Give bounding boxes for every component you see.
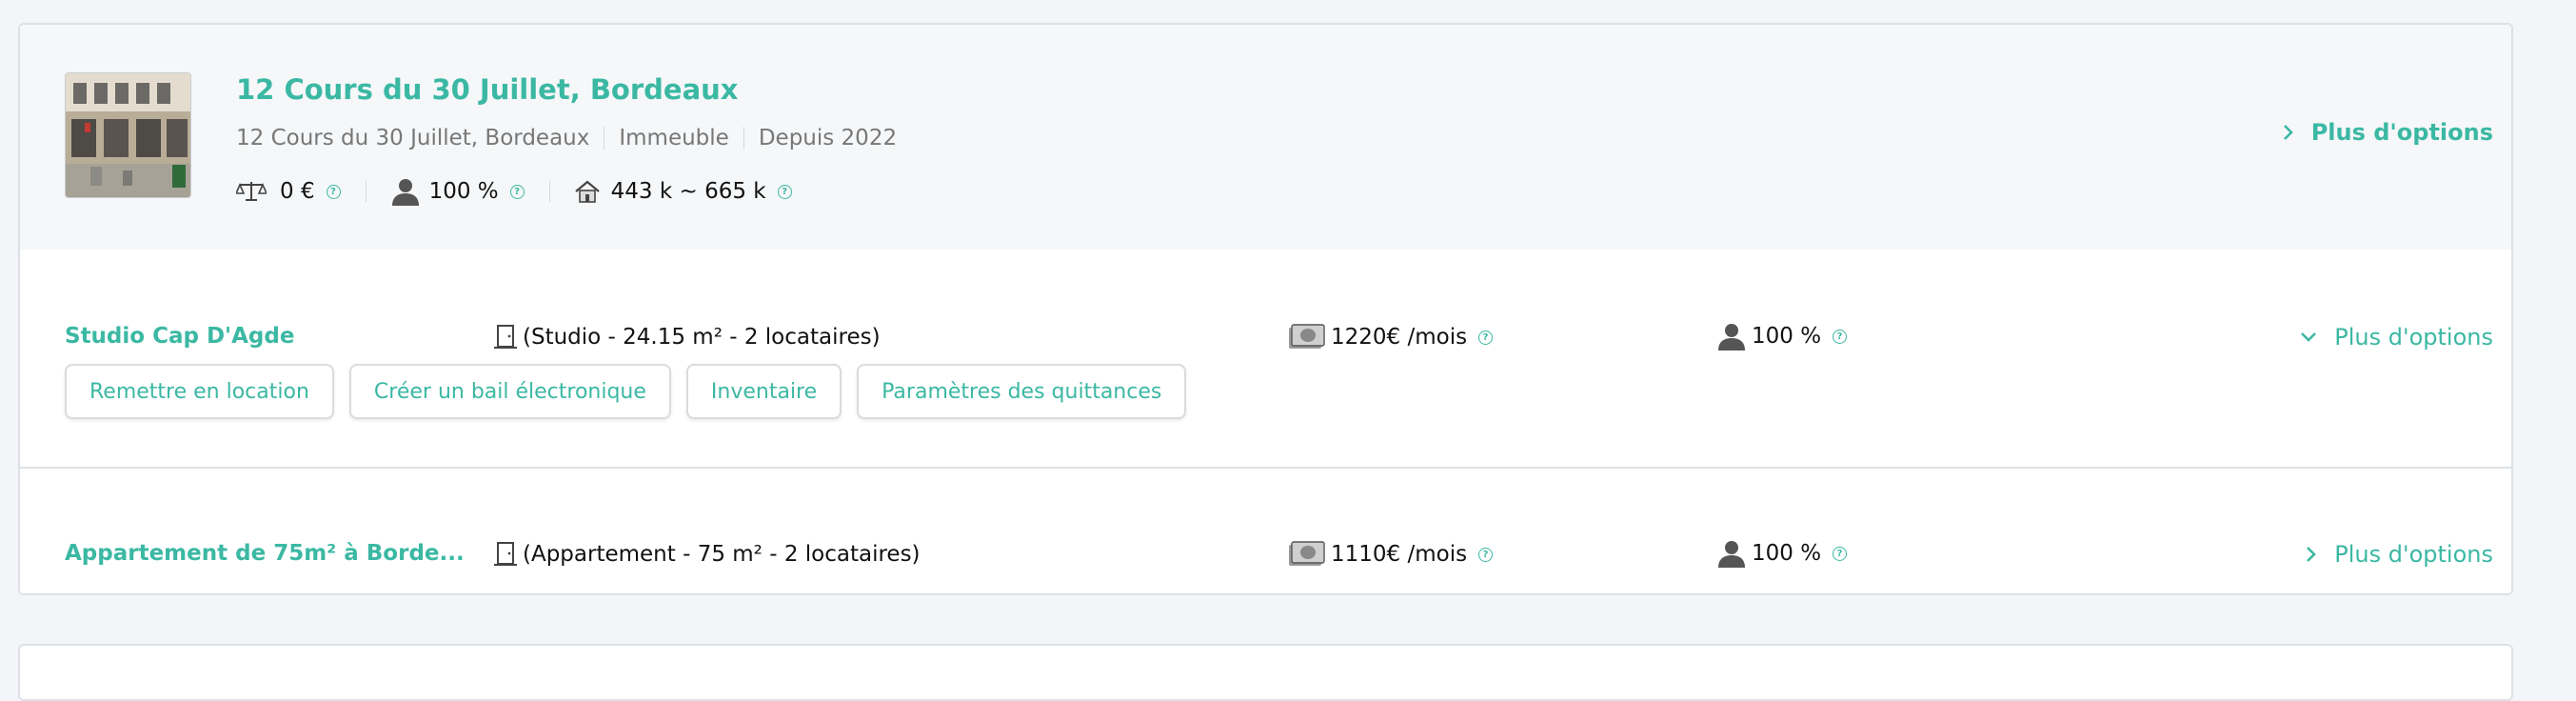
property-card: 12 Cours du 30 Juillet, Bordeaux 12 Cour… [18,23,2513,595]
unit-occupancy-value: 100 % [1752,541,1822,566]
building-photo[interactable] [65,72,191,198]
door-icon [494,542,517,566]
balance-value: 0 € [280,179,315,204]
unit-rent-value: 1220€ /mois [1331,325,1468,350]
unit-name[interactable]: Appartement de 75m² à Borde... [65,541,465,566]
building-type: Immeuble [619,126,729,150]
divider [548,181,550,202]
unit-row: Studio Cap D'Agde (Studio - 24.15 m² - 2… [20,250,2511,469]
chevron-down-icon [2300,331,2317,343]
next-property-card [18,644,2513,701]
person-icon [1718,541,1745,568]
building-title[interactable]: 12 Cours du 30 Juillet, Bordeaux [236,73,739,106]
unit-rent: 1110€ /mois ? [1289,541,1494,568]
chevron-right-icon [2283,124,2294,141]
chevron-right-icon [2306,546,2317,563]
create-lease-button[interactable]: Créer un bail électronique [348,364,671,419]
unit-description: (Studio - 24.15 m² - 2 locataires) [494,324,881,350]
divider [743,127,744,150]
building-header: 12 Cours du 30 Juillet, Bordeaux 12 Cour… [20,25,2511,250]
inventory-button[interactable]: Inventaire [685,364,842,419]
unit-options-button[interactable]: Plus d'options [2306,541,2493,568]
unit-rent: 1220€ /mois ? [1289,324,1494,350]
help-icon[interactable]: ? [1478,330,1494,345]
person-icon [1718,324,1745,350]
unit-description: (Appartement - 75 m² - 2 locataires) [494,541,921,567]
unit-options-button[interactable]: Plus d'options [2300,324,2493,350]
banknote-icon [1289,324,1325,349]
building-stats: 0 € ? 100 % ? 443 k ~ 665 k ? [236,177,792,206]
divider [365,181,367,202]
help-icon[interactable]: ? [509,184,525,199]
unit-actions: Remettre en location Créer un bail élect… [65,364,1187,419]
receipt-settings-button[interactable]: Paramètres des quittances [857,364,1187,419]
unit-occupancy-value: 100 % [1752,324,1822,349]
valuation-stat: 443 k ~ 665 k ? [574,179,792,204]
options-label: Plus d'options [2334,541,2493,568]
help-icon[interactable]: ? [1833,546,1848,561]
help-icon[interactable]: ? [777,184,792,199]
help-icon[interactable]: ? [1478,547,1494,562]
building-subtitle: 12 Cours du 30 Juillet, Bordeaux Immeubl… [236,126,897,150]
unit-occupancy: 100 % ? [1717,322,1848,350]
building-options-button[interactable]: Plus d'options [2283,119,2493,146]
occupancy-stat: 100 % ? [391,177,525,206]
unit-rent-value: 1110€ /mois [1331,542,1468,567]
scale-icon [236,182,267,201]
unit-name[interactable]: Studio Cap D'Agde [65,324,294,349]
unit-description-text: (Studio - 24.15 m² - 2 locataires) [523,324,881,350]
relist-button[interactable]: Remettre en location [65,364,334,419]
options-label: Plus d'options [2334,324,2493,350]
house-icon [574,180,600,203]
unit-description-text: (Appartement - 75 m² - 2 locataires) [523,541,921,567]
person-icon [391,179,419,206]
building-address: 12 Cours du 30 Juillet, Bordeaux [236,126,590,150]
unit-row: Appartement de 75m² à Borde... (Appartem… [20,471,2511,593]
balance-stat: 0 € ? [236,179,341,204]
door-icon [494,325,517,349]
help-icon[interactable]: ? [1833,329,1848,344]
banknote-icon [1289,541,1325,566]
occupancy-value: 100 % [428,179,499,204]
valuation-value: 443 k ~ 665 k [610,179,766,204]
options-label: Plus d'options [2310,119,2493,146]
unit-occupancy: 100 % ? [1717,539,1848,568]
building-since: Depuis 2022 [758,126,898,150]
help-icon[interactable]: ? [326,184,341,199]
